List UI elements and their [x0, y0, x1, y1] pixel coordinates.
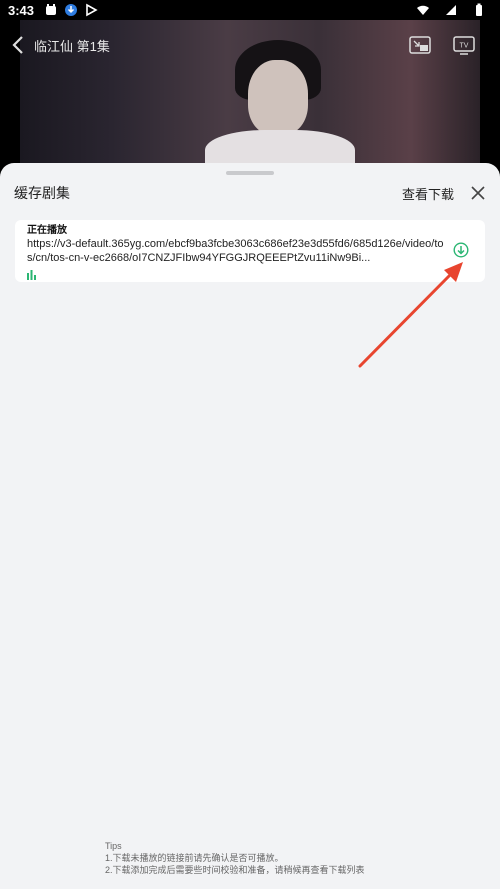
signal-icon — [446, 5, 456, 15]
wifi-icon — [417, 5, 429, 15]
tips-section: Tips 1.下载未播放的链接前请先确认是否可播放。 2.下载添加完成后需要些时… — [105, 840, 365, 876]
pip-icon[interactable] — [408, 35, 432, 55]
play-store-icon — [86, 3, 98, 17]
video-title: 临江仙 第1集 — [34, 38, 110, 54]
tips-line-1: 1.下载未播放的链接前请先确认是否可播放。 — [105, 853, 284, 863]
episode-item[interactable]: 正在播放 https://v3-default.365yg.com/ebcf9b… — [15, 220, 485, 282]
tips-heading: Tips — [105, 841, 122, 851]
app-notification-icon — [46, 4, 57, 15]
sheet-header: 缓存剧集 查看下载 — [0, 181, 500, 205]
download-notification-icon — [65, 4, 78, 16]
sheet-drag-handle[interactable] — [226, 171, 274, 175]
sheet-title: 缓存剧集 — [14, 185, 70, 201]
status-bar: 3:43 — [0, 0, 500, 20]
download-icon[interactable] — [453, 242, 469, 258]
battery-icon — [476, 3, 482, 16]
view-downloads-button[interactable]: 查看下载 — [402, 184, 454, 203]
playing-bars-icon — [27, 270, 36, 280]
back-arrow-icon[interactable] — [10, 34, 28, 56]
video-player[interactable]: 临江仙 第1集 TV — [0, 20, 500, 170]
tv-cast-icon[interactable]: TV — [452, 35, 476, 55]
close-icon[interactable] — [470, 185, 486, 201]
episode-url: https://v3-default.365yg.com/ebcf9ba3fcb… — [27, 238, 444, 264]
status-time: 3:43 — [8, 2, 35, 18]
cache-episodes-sheet: 缓存剧集 查看下载 正在播放 https://v3-default.365yg.… — [0, 163, 500, 889]
episode-status: 正在播放 — [27, 225, 67, 236]
tips-line-2: 2.下载添加完成后需要些时间校验和准备，请稍候再查看下载列表 — [105, 865, 365, 875]
svg-text:TV: TV — [460, 43, 469, 50]
